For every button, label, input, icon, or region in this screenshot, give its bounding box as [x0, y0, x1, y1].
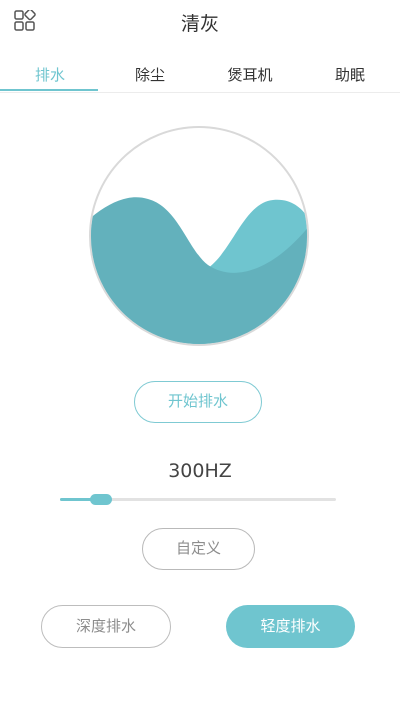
custom-frequency-button[interactable]: 自定义 — [142, 528, 255, 570]
tab-bar: 排水 除尘 煲耳机 助眠 — [0, 58, 400, 93]
frequency-readout: 300HZ — [168, 460, 232, 482]
tab-dust[interactable]: 除尘 — [100, 64, 200, 85]
page-title: 清灰 — [180, 13, 219, 35]
deep-drain-button[interactable]: 深度排水 — [41, 605, 171, 648]
tab-sleep[interactable]: 助眠 — [300, 64, 400, 85]
frequency-slider[interactable] — [60, 494, 336, 506]
start-drain-button[interactable]: 开始排水 — [134, 381, 262, 423]
tab-drain[interactable]: 排水 — [0, 64, 100, 85]
water-wave-animation — [88, 125, 310, 347]
tab-burn-in[interactable]: 煲耳机 — [200, 64, 300, 85]
header: 清灰 — [0, 0, 400, 44]
slider-thumb[interactable] — [90, 494, 113, 505]
light-drain-button[interactable]: 轻度排水 — [226, 605, 355, 648]
tab-indicator — [0, 89, 98, 91]
